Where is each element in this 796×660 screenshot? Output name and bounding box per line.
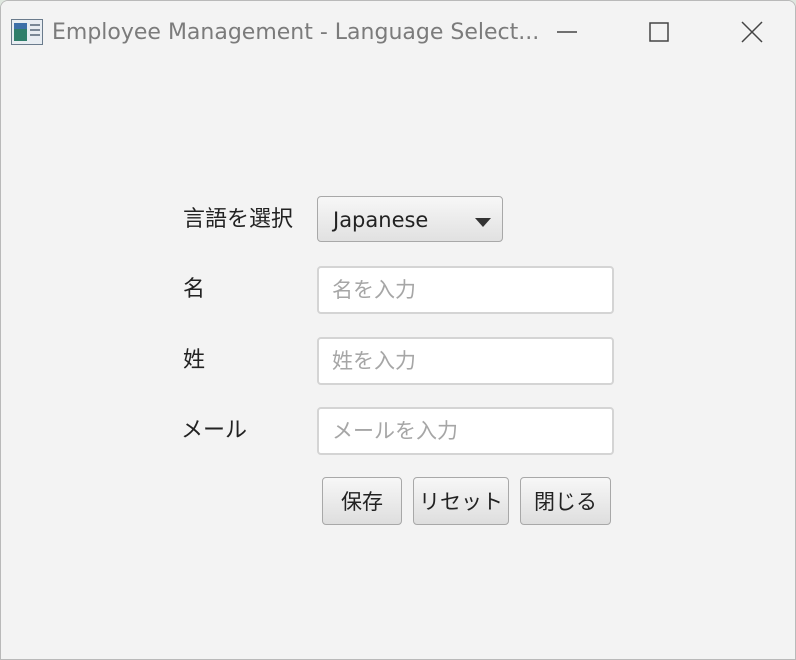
language-label: 言語を選択	[183, 207, 294, 232]
minimize-icon	[547, 17, 587, 47]
email-label: メール	[181, 418, 248, 443]
minimize-button[interactable]	[547, 17, 587, 47]
maximize-button[interactable]	[639, 17, 679, 47]
save-button[interactable]: 保存	[322, 477, 402, 525]
language-select[interactable]: Japanese	[317, 196, 503, 242]
app-window: Employee Management - Language Select...…	[0, 0, 796, 660]
close-button[interactable]: 閉じる	[520, 477, 611, 525]
maximize-icon	[639, 17, 679, 47]
app-window-icon	[11, 19, 43, 45]
last-name-label: 姓	[183, 348, 206, 373]
close-window-button[interactable]	[732, 17, 772, 47]
last-name-field[interactable]	[317, 337, 614, 385]
close-icon	[732, 17, 772, 47]
language-select-value: Japanese	[333, 208, 429, 232]
first-name-label: 名	[183, 277, 206, 302]
window-title: Employee Management - Language Select...	[52, 20, 540, 45]
first-name-field[interactable]	[317, 266, 614, 314]
email-field[interactable]	[317, 407, 614, 455]
dropdown-arrow-icon	[475, 213, 491, 232]
reset-button[interactable]: リセット	[413, 477, 509, 525]
title-bar[interactable]: Employee Management - Language Select...	[1, 1, 795, 63]
